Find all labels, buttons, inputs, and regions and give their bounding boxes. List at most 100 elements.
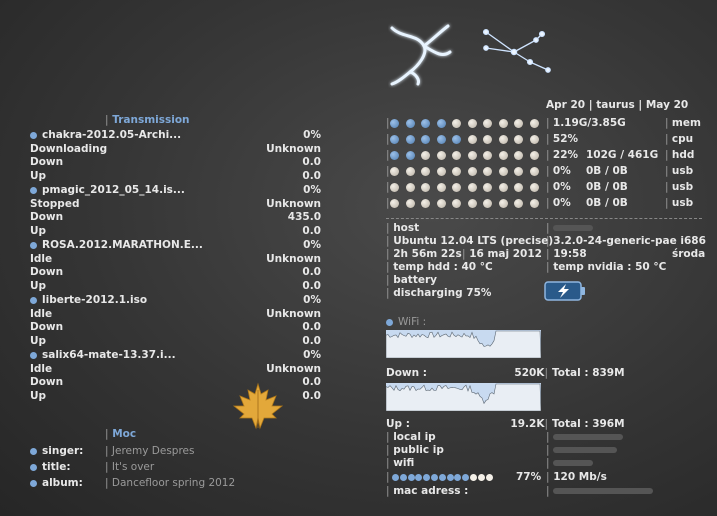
wifi-header: WiFi : [386,316,426,328]
meter-dot [405,119,415,128]
meter-dot [421,167,430,176]
torrent-down-value: 0.0 [302,156,321,168]
torrent-percent: 0% [303,239,321,251]
torrent-up-value: 0.0 [302,334,321,347]
torrent-title-row: pmagic_2012_05_14.is... 0% [30,184,321,197]
torrent-name: ROSA.2012.MARATHON.E... [42,239,203,251]
torrent-title-row: chakra-2012.05-Archi... 0% [30,129,321,142]
meter-dot [436,151,446,160]
meter-dot [390,199,399,208]
wifi-down-total: Total : 839M [552,367,625,379]
torrent-up-label: Up [30,279,47,292]
torrent-status-row: Idle Unknown [30,363,321,376]
ssid-hidden: | [546,457,594,469]
os-name: | Ubuntu 12.04 LTS (precise) [386,235,554,247]
torrent-down-label: Down [30,156,64,168]
meter-value: | 0% [546,165,571,177]
meter-dot [514,183,523,192]
meter-dot [467,199,477,208]
uptime: | 2h 56m 22s [386,248,462,260]
meter-prefix: | [386,181,390,193]
hostname-hidden: | [546,222,594,234]
battery-label: | battery [386,274,437,286]
mac-label: | mac adress : [386,485,469,497]
meter-value: | 0% [546,197,571,209]
torrent-bullet-icon [30,351,37,359]
meter-dot [452,199,461,208]
meter-label: | usb [665,197,694,209]
torrent-name: liberte-2012.1.iso [42,294,148,306]
meter-dot [436,119,446,128]
meter-label: | usb [665,165,694,177]
meter-dot [483,119,492,128]
meter-dot [483,167,492,176]
meter-detail: 0B / 0B [586,181,628,193]
torrent-down-label: Down [30,266,64,278]
torrent-title-row: salix64-mate-13.37.i... 0% [30,349,321,362]
signal-dot [415,474,423,481]
torrent-status: Stopped [30,197,80,210]
meter-dot [514,119,523,128]
signal-dot [446,474,454,481]
temp-hdd: | temp hdd : 40 °C [386,261,493,273]
meter-label: | cpu [665,133,694,145]
moc-field-value: | Jeremy Despres [105,445,195,457]
torrent-down-value: 0.0 [302,266,321,278]
meter-dot [514,135,523,144]
meter-dot [467,183,477,192]
torrent-status-value: Unknown [266,362,321,375]
meter-dot [405,167,415,176]
meter-dot [467,167,477,176]
torrent-name: chakra-2012.05-Archi... [42,129,182,141]
moc-field-value: | Dancefloor spring 2012 [105,477,236,489]
time: | 19:58 [546,248,587,260]
meter-dot [390,151,399,160]
signal-dot [423,474,431,481]
meter-dot [498,199,508,208]
wifi-label: | wifi [386,457,415,469]
meter-value: | 0% [546,181,571,193]
signal-dot [485,474,493,481]
meter-dot [498,119,508,128]
meter-label: | mem [665,117,701,129]
public-ip-label: | public ip [386,444,444,456]
torrent-down-value: 0.0 [302,376,321,388]
transmission-title: Transmission [112,114,190,126]
torrent-down-label: Down [30,211,64,223]
torrent-down-row: Down 435.0 [30,211,321,224]
meter-dot [529,119,539,128]
meter-dot [529,199,539,208]
maple-leaf-icon [232,382,284,430]
wifi-down-speed: 520K| [514,367,548,379]
torrent-name: salix64-mate-13.37.i... [42,349,176,361]
signal-dot [462,474,470,481]
meter-dot [467,151,477,160]
temp-nvidia: | temp nvidia : 50 °C [546,261,667,273]
torrent-status: Idle [30,252,53,265]
torrent-percent: 0% [303,349,321,361]
meter-dot [514,151,523,160]
torrent-up-value: 0.0 [302,389,321,402]
torrent-title-row: liberte-2012.1.iso 0% [30,294,321,307]
meter-dot [514,167,523,176]
date: | 16 maj 2012 [462,248,542,260]
torrent-status-row: Idle Unknown [30,308,321,321]
torrent-up-value: 0.0 [302,224,321,237]
torrent-up-label: Up [30,389,47,402]
wifi-up-total: Total : 396M [552,418,625,430]
signal-dot [399,474,407,481]
signal-dot [438,474,446,481]
meter-dot [436,167,446,176]
torrent-bullet-icon [30,131,37,139]
meter-dot [436,183,446,192]
meter-dot [498,167,508,176]
meter-dot [421,151,430,160]
torrent-down-value: 0.0 [302,321,321,333]
bitrate: | 120 Mb/s [546,471,607,483]
torrent-bullet-icon [30,241,37,249]
moc-field-label: album: [30,477,83,489]
torrent-up-row: Up 0.0 [30,225,321,238]
meter-dot [467,119,477,128]
meter-dot [514,199,523,208]
kernel: | 3.2.0-24-generic-pae i686 [546,235,706,247]
